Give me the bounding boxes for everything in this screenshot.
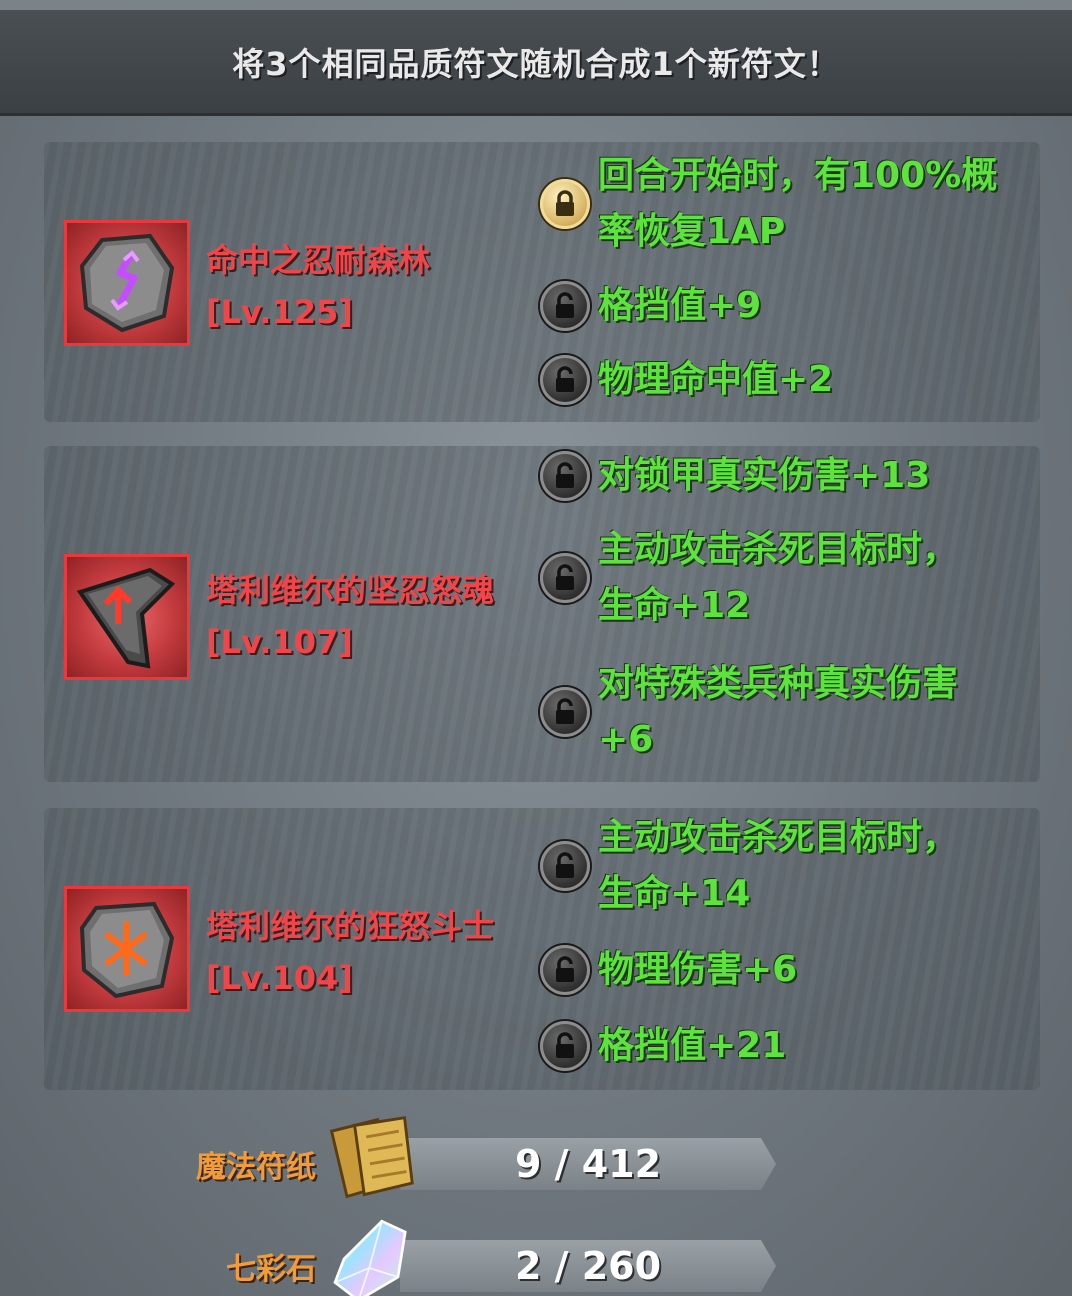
resource-value-paper: 9 / 412 (514, 1142, 662, 1186)
header-title: 将3个相同品质符文随机合成1个新符文！ (232, 44, 840, 83)
rune-3-attr-1: 主动攻击杀死目标时，生命+14 (540, 810, 988, 922)
orange-rune-stone-icon (79, 901, 175, 999)
rune-1-attr-1: 回合开始时，有100%概率恢复1AP (540, 148, 998, 260)
rune-level-2: [Lv.107] (206, 623, 353, 661)
rune-1-attr-3: 物理命中值+2 (540, 352, 998, 408)
purple-rune-stone-icon (79, 233, 175, 333)
rune-name-1: 命中之忍耐森林 [Lv.125] (206, 234, 506, 338)
rune-2-attr-1: 对锁甲真实伤害+13 (540, 448, 998, 504)
open-lock-icon[interactable] (540, 451, 590, 501)
open-lock-icon[interactable] (540, 687, 590, 737)
open-lock-icon[interactable] (540, 553, 590, 603)
resource-bar-paper: 9 / 412 (400, 1138, 776, 1190)
rune-card-3[interactable]: 塔利维尔的狂怒斗士 [Lv.104] 主动攻击杀死目标时，生命+14 物理伤害+… (44, 808, 1040, 1090)
rune-slot-3[interactable] (64, 886, 190, 1012)
header-banner: 将3个相同品质符文随机合成1个新符文！ (0, 10, 1072, 116)
rune-slot-2[interactable] (64, 554, 190, 680)
rune-2-attr-2: 主动攻击杀死目标时，生命+12 (540, 522, 988, 634)
rainbow-stone-icon (333, 1219, 407, 1296)
open-lock-icon[interactable] (540, 355, 590, 405)
rune-2-attr-3: 对特殊类兵种真实伤害+6 (540, 656, 998, 768)
resource-row-paper: 魔法符纸 9 / 412 (0, 1116, 1072, 1200)
resource-label-paper: 魔法符纸 (196, 1150, 316, 1185)
red-arrow-shard-icon (76, 567, 176, 669)
top-strip (0, 0, 1072, 10)
rune-card-2[interactable]: 塔利维尔的坚忍怒魂 [Lv.107] 对锁甲真实伤害+13 主动攻击杀死目标时，… (44, 446, 1040, 782)
rune-level-3: [Lv.104] (206, 959, 353, 997)
rune-level-1: [Lv.125] (206, 293, 353, 331)
rune-slot-1[interactable] (64, 220, 190, 346)
open-lock-icon[interactable] (540, 281, 590, 331)
rune-name-3: 塔利维尔的狂怒斗士 [Lv.104] (206, 907, 495, 997)
rune-3-attr-2: 物理伤害+6 (540, 942, 998, 998)
resource-row-stone: 七彩石 2 / 260 (0, 1219, 1072, 1296)
rune-name-2: 塔利维尔的坚忍怒魂 [Lv.107] (206, 571, 495, 661)
open-lock-icon[interactable] (540, 945, 590, 995)
open-lock-icon[interactable] (540, 841, 590, 891)
rune-card-1[interactable]: 命中之忍耐森林 [Lv.125] 回合开始时，有100%概率恢复1AP 格挡值+… (44, 142, 1040, 422)
magic-paper-icon (329, 1116, 414, 1199)
resource-value-stone: 2 / 260 (514, 1244, 662, 1288)
rune-3-attr-3: 格挡值+21 (540, 1018, 998, 1074)
resource-label-stone: 七彩石 (226, 1252, 316, 1287)
resource-bar-stone: 2 / 260 (400, 1240, 776, 1292)
rune-1-attr-2: 格挡值+9 (540, 278, 998, 334)
open-lock-icon[interactable] (540, 1021, 590, 1071)
gold-lock-icon[interactable] (540, 179, 590, 229)
